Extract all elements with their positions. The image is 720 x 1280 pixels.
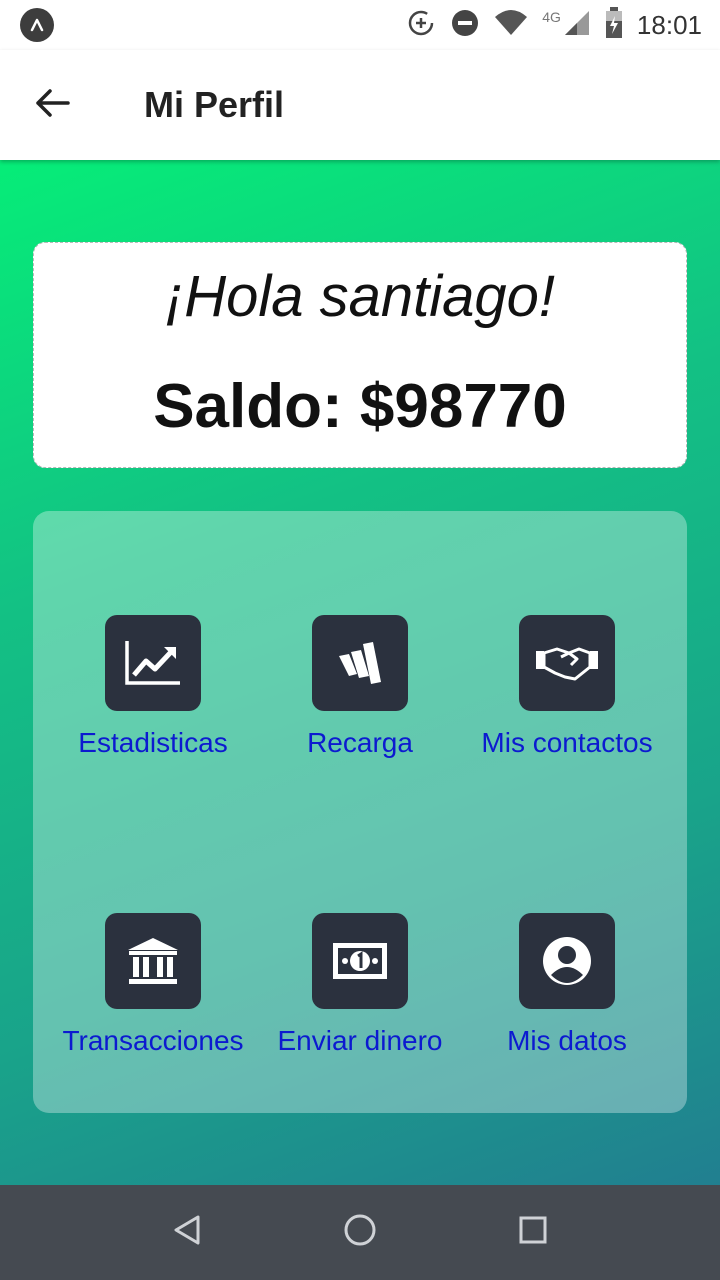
user-circle-icon xyxy=(519,913,615,1009)
cell-signal-icon xyxy=(563,9,591,42)
back-button[interactable] xyxy=(22,75,82,135)
recharge-logo-icon xyxy=(312,615,408,711)
menu-item-enviar-dinero[interactable]: Enviar dinero xyxy=(251,913,469,1073)
greeting-text: ¡Hola santiago! xyxy=(164,264,556,329)
network-type-label: 4G xyxy=(542,9,561,25)
menu-item-transacciones[interactable]: Transacciones xyxy=(44,913,262,1073)
data-saver-icon xyxy=(406,8,436,43)
back-triangle-icon xyxy=(172,1214,202,1251)
page-title: Mi Perfil xyxy=(144,84,285,125)
menu-label: Recarga xyxy=(307,727,413,758)
nav-back-button[interactable] xyxy=(147,1193,227,1273)
nav-recents-button[interactable] xyxy=(493,1193,573,1273)
wifi-icon xyxy=(494,9,528,42)
menu-item-estadisticas[interactable]: Estadisticas xyxy=(44,615,262,775)
status-time: 18:01 xyxy=(636,9,702,40)
menu-item-recarga[interactable]: Recarga xyxy=(251,615,469,775)
handshake-icon xyxy=(519,615,615,711)
menu-label: Estadisticas xyxy=(78,727,228,758)
recents-square-icon xyxy=(518,1215,548,1250)
status-bar: 4G 18:01 xyxy=(0,0,720,50)
menu-item-mis-contactos[interactable]: Mis contactos xyxy=(458,615,676,775)
battery-charging-icon xyxy=(605,6,623,44)
chart-line-icon xyxy=(105,615,201,711)
nav-home-button[interactable] xyxy=(320,1193,400,1273)
menu-label: Mis datos xyxy=(507,1025,627,1056)
menu-label: Transacciones xyxy=(62,1025,244,1056)
home-circle-icon xyxy=(343,1213,377,1252)
menu-item-mis-datos[interactable]: Mis datos xyxy=(458,913,676,1073)
greeting-card: ¡Hola santiago! Saldo: $98770 xyxy=(33,242,687,468)
money-bill-icon xyxy=(312,913,408,1009)
bank-icon xyxy=(105,913,201,1009)
menu-label: Enviar dinero xyxy=(277,1025,443,1056)
app-notification-icon xyxy=(20,8,54,42)
do-not-disturb-icon xyxy=(450,8,480,43)
main-content: ¡Hola santiago! Saldo: $98770 Estadistic… xyxy=(0,160,720,1185)
app-bar: Mi Perfil xyxy=(0,50,720,160)
menu-label: Mis contactos xyxy=(481,727,653,758)
arrow-left-icon xyxy=(34,88,70,123)
system-nav-bar xyxy=(0,1185,720,1280)
menu-panel: Estadisticas Recarga Mis contactos Trans… xyxy=(33,511,687,1113)
balance-text: Saldo: $98770 xyxy=(153,372,567,441)
